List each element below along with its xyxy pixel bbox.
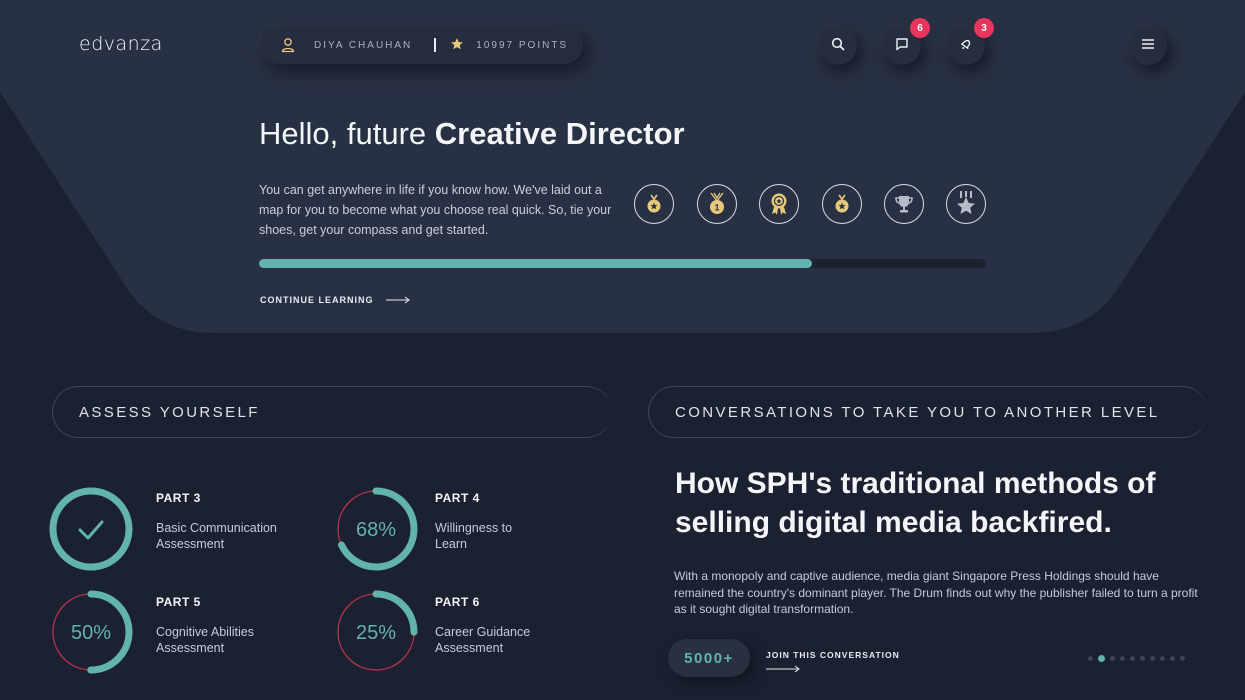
- assessment-part-description: Cognitive Abilities Assessment: [156, 624, 296, 656]
- learning-progress-fill: [259, 259, 812, 268]
- assessment-desc-line: Assessment: [435, 641, 504, 655]
- continue-learning-link[interactable]: CONTINUE LEARNING: [260, 295, 410, 305]
- assess-yourself-label: ASSESS YOURSELF: [79, 403, 260, 421]
- svg-text:1: 1: [714, 203, 719, 213]
- top-bar: edvanza DIYA CHAUHAN 10997 POINTS 6 3: [0, 0, 1245, 90]
- pagination-dot[interactable]: [1180, 656, 1185, 661]
- checkmark-icon: [78, 520, 104, 540]
- user-summary-pill[interactable]: DIYA CHAUHAN 10997 POINTS: [260, 26, 583, 64]
- star-badge-icon[interactable]: [946, 184, 986, 224]
- pagination-dot[interactable]: [1150, 656, 1155, 661]
- hamburger-menu-icon: [1141, 37, 1155, 55]
- progress-ring: 68%: [334, 487, 418, 571]
- progress-percent-label: 68%: [356, 519, 396, 541]
- assessment-desc-line: Willingness to: [435, 521, 513, 535]
- alerts-count-badge: 3: [974, 18, 994, 38]
- first-place-medal-icon[interactable]: 1: [697, 184, 737, 224]
- search-button[interactable]: [819, 27, 857, 65]
- conversations-label: CONVERSATIONS TO TAKE YOU TO ANOTHER LEV…: [675, 403, 1160, 421]
- assessment-part-title: PART 5: [156, 595, 201, 609]
- messages-count-badge: 6: [910, 18, 930, 38]
- participants-count-badge: 5000+: [668, 639, 750, 677]
- join-conversation-label: JOIN THIS CONVERSATION: [766, 650, 900, 660]
- assessment-desc-line: Learn: [435, 537, 467, 551]
- hero-greeting: Hello, future: [259, 116, 435, 151]
- user-points: 10997 POINTS: [476, 39, 569, 51]
- trophy-icon[interactable]: [884, 184, 924, 224]
- conversations-heading: CONVERSATIONS TO TAKE YOU TO ANOTHER LEV…: [648, 386, 1208, 438]
- pagination-dot[interactable]: [1098, 655, 1105, 662]
- assessment-part-title: PART 3: [156, 491, 201, 505]
- progress-percent-label: 50%: [71, 622, 111, 644]
- search-icon: [831, 37, 845, 56]
- assessment-desc-line: Assessment: [156, 537, 225, 551]
- assessment-part-title: PART 6: [435, 595, 480, 609]
- star-medal-icon[interactable]: [634, 184, 674, 224]
- progress-ring: 50%: [49, 590, 133, 674]
- progress-percent-label: 25%: [356, 622, 396, 644]
- carousel-pagination: [1088, 655, 1190, 662]
- messages-button[interactable]: 6: [883, 18, 930, 65]
- star-medal-icon[interactable]: [822, 184, 862, 224]
- hero-description: You can get anywhere in life if you know…: [259, 183, 612, 237]
- progress-ring: [49, 487, 133, 571]
- pagination-dot[interactable]: [1088, 656, 1093, 661]
- pagination-dot[interactable]: [1160, 656, 1165, 661]
- award-medal-icon[interactable]: [759, 184, 799, 224]
- assessment-desc-line: Assessment: [156, 641, 225, 655]
- pagination-dot[interactable]: [1120, 656, 1125, 661]
- user-name: DIYA CHAUHAN: [314, 39, 413, 51]
- star-icon: [450, 37, 466, 53]
- arrow-right-icon: [385, 296, 410, 304]
- article-summary: With a monopoly and captive audience, me…: [674, 569, 1198, 616]
- pagination-dot[interactable]: [1140, 656, 1145, 661]
- assessment-part-description: Career Guidance Assessment: [435, 624, 575, 656]
- user-icon: [280, 37, 296, 53]
- assessment-part-description: Willingness to Learn: [435, 520, 575, 552]
- pagination-dot[interactable]: [1130, 656, 1135, 661]
- assessment-part-description: Basic Communication Assessment: [156, 520, 296, 552]
- pagination-dot[interactable]: [1170, 656, 1175, 661]
- divider: [434, 38, 437, 52]
- chat-icon: [895, 37, 909, 56]
- join-conversation-link[interactable]: JOIN THIS CONVERSATION: [766, 650, 900, 673]
- progress-ring: 25%: [334, 590, 418, 674]
- assess-yourself-heading: ASSESS YOURSELF: [52, 386, 612, 438]
- notifications-button[interactable]: 3: [947, 18, 994, 65]
- assessment-part-title: PART 4: [435, 491, 480, 505]
- assessment-desc-line: Career Guidance: [435, 625, 531, 639]
- learning-progress-bar: [259, 259, 986, 268]
- pagination-dot[interactable]: [1110, 656, 1115, 661]
- assessment-desc-line: Cognitive Abilities: [156, 625, 254, 639]
- arrow-right-icon: [766, 665, 800, 673]
- bell-icon: [959, 37, 973, 56]
- hero-role: Creative Director: [434, 116, 685, 151]
- assessment-desc-line: Basic Communication: [156, 521, 277, 535]
- app-logo[interactable]: edvanza: [79, 33, 163, 55]
- continue-learning-label: CONTINUE LEARNING: [260, 295, 374, 305]
- hero-title: Hello, future Creative Director: [259, 116, 685, 152]
- menu-button[interactable]: [1129, 27, 1167, 65]
- article-title[interactable]: How SPH's traditional methods of selling…: [675, 464, 1215, 542]
